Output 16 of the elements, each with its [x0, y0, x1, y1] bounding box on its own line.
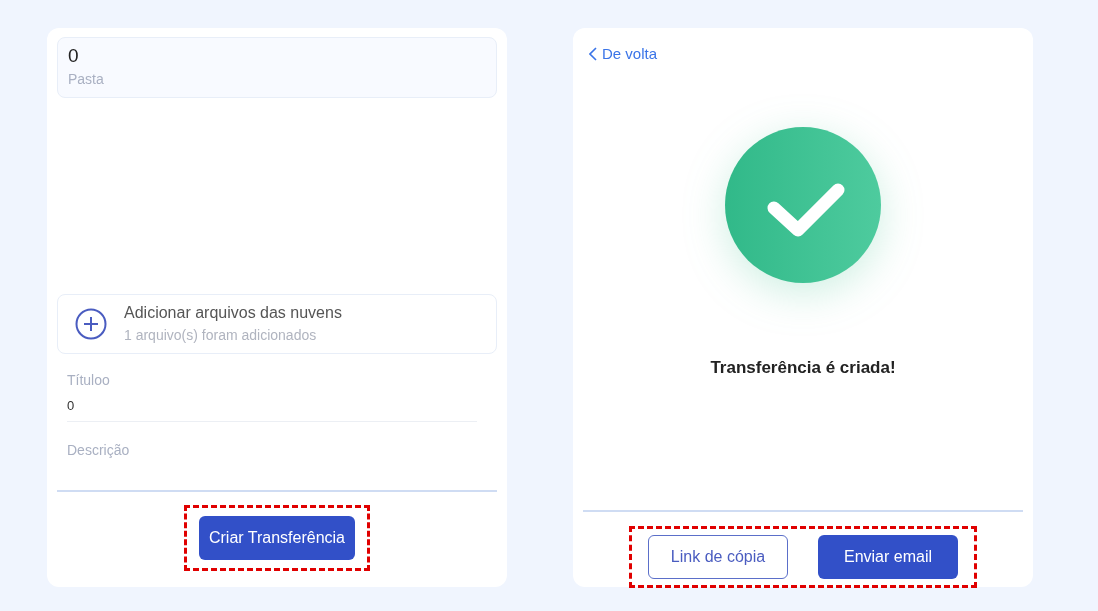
- send-email-button[interactable]: Enviar email: [818, 535, 958, 579]
- description-field[interactable]: Descrição: [67, 440, 367, 460]
- add-cloud-files-card[interactable]: Adicionar arquivos das nuvens 1 arquivo(s) foram adicionados: [57, 294, 497, 354]
- add-cloud-title: Adicionar arquivos das nuvens: [124, 303, 342, 323]
- folder-count: 0: [68, 44, 79, 68]
- folder-label: Pasta: [68, 70, 104, 89]
- success-check-icon: [724, 126, 882, 284]
- copy-link-button[interactable]: Link de cópia: [648, 535, 788, 579]
- plus-circle-icon: [75, 308, 107, 340]
- add-cloud-subtitle: 1 arquivo(s) foram adicionados: [124, 326, 318, 345]
- create-transfer-button[interactable]: Criar Transferência: [199, 516, 355, 560]
- back-link[interactable]: De volta: [583, 44, 658, 64]
- chevron-left-icon: [589, 47, 597, 61]
- title-label: Títuloo: [67, 371, 110, 390]
- title-field[interactable]: 0: [67, 396, 477, 422]
- success-message: Transferência é criada!: [710, 357, 896, 379]
